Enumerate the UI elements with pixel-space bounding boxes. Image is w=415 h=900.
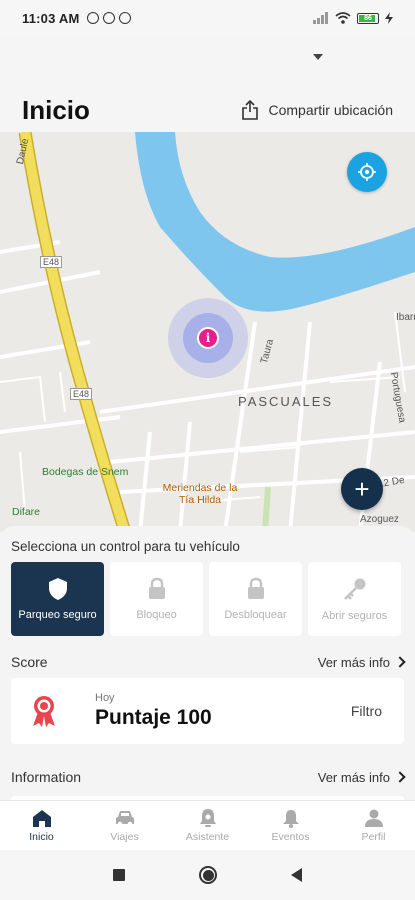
road-label: Ibarra (396, 312, 415, 323)
home-icon (32, 810, 51, 827)
score-card[interactable]: Hoy Puntaje 100 Filtro (11, 678, 404, 744)
user-icon (364, 809, 383, 827)
notification-icon (119, 12, 132, 24)
target-icon (358, 163, 376, 181)
score-more-link[interactable]: Ver más info (318, 655, 406, 670)
information-section-header: Information Ver más info (11, 769, 406, 785)
status-system-icons: 86 (313, 12, 393, 24)
filter-button[interactable]: Filtro (351, 703, 382, 719)
control-safe-parking[interactable]: Parqueo seguro (11, 562, 104, 636)
notification-icon (103, 12, 116, 24)
page-title: Inicio (22, 94, 90, 125)
bell-icon (282, 810, 299, 828)
battery-icon: 86 (357, 12, 379, 24)
add-button[interactable]: + (341, 468, 383, 510)
nav-item-eventos[interactable]: Eventos (249, 801, 332, 850)
poi-label[interactable]: Meriendas de la Tía Hilda (158, 482, 242, 506)
shield-icon (48, 578, 67, 600)
poi-label[interactable]: Bodegas de Snem (42, 466, 128, 478)
information-title: Information (11, 769, 82, 785)
wifi-icon (335, 12, 351, 24)
control-label: Abrir seguros (321, 610, 388, 622)
control-sheet: Selecciona un control para tu vehículo P… (0, 526, 415, 804)
home-button[interactable] (199, 866, 217, 884)
road-label: Azoguez (360, 514, 399, 525)
locate-button[interactable] (347, 152, 387, 192)
lock-icon (247, 577, 264, 599)
back-button[interactable] (291, 868, 302, 882)
info-pin-icon: i (197, 327, 219, 349)
status-bar: 11:03 AM 86 (0, 0, 415, 36)
assistant-icon (199, 809, 216, 827)
signal-icon (313, 12, 328, 24)
alarm-icon (87, 12, 100, 24)
share-location-label: Compartir ubicación (268, 102, 394, 118)
award-ribbon-icon (33, 696, 55, 727)
nav-item-inicio[interactable]: Inicio (0, 801, 83, 850)
poi-label[interactable]: Difare (12, 506, 40, 518)
control-open-locks[interactable]: Abrir seguros (308, 562, 401, 636)
charging-icon (385, 12, 393, 24)
highway-shield: E48 (40, 256, 63, 268)
control-unlock[interactable]: Desbloquear (209, 562, 302, 636)
area-label: PASCUALES (238, 394, 334, 409)
control-label: Parqueo seguro (18, 609, 97, 621)
chevron-right-icon (394, 771, 406, 783)
nav-item-asistente[interactable]: Asistente (166, 801, 249, 850)
nav-item-viajes[interactable]: Viajes (83, 801, 166, 850)
car-icon (115, 811, 134, 827)
chevron-right-icon (394, 656, 406, 668)
score-title: Score (11, 654, 48, 670)
score-value: Puntaje 100 (95, 706, 212, 729)
information-more-link[interactable]: Ver más info (318, 770, 406, 785)
highway-shield: E48 (70, 388, 93, 400)
controls-row: Parqueo seguro Bloqueo Desbloquear Abrir… (11, 562, 401, 636)
control-label: Bloqueo (136, 609, 177, 621)
share-icon (241, 100, 258, 120)
page-header: Inicio Compartir ubicación (0, 88, 415, 132)
key-icon (343, 578, 365, 600)
bottom-nav: Inicio Viajes Asistente Eventos Perfil (0, 800, 415, 850)
lock-icon (148, 577, 165, 599)
vehicle-selector-dropdown[interactable] (313, 54, 323, 60)
map-view[interactable]: Daule E48 E48 Taura Portuguesa Ibarra 12… (0, 132, 415, 532)
score-section-header: Score Ver más info (11, 654, 406, 670)
vehicle-location-marker[interactable]: i (168, 298, 248, 378)
status-notification-icons (87, 12, 132, 24)
nav-item-perfil[interactable]: Perfil (332, 801, 415, 850)
system-nav-bar (0, 850, 415, 900)
score-date-label: Hoy (95, 692, 115, 704)
control-label: Desbloquear (224, 609, 287, 621)
recents-button[interactable] (113, 869, 125, 881)
controls-title: Selecciona un control para tu vehículo (11, 539, 240, 554)
status-time: 11:03 AM (22, 10, 80, 26)
share-location-button[interactable]: Compartir ubicación (241, 100, 394, 120)
control-lock[interactable]: Bloqueo (110, 562, 203, 636)
